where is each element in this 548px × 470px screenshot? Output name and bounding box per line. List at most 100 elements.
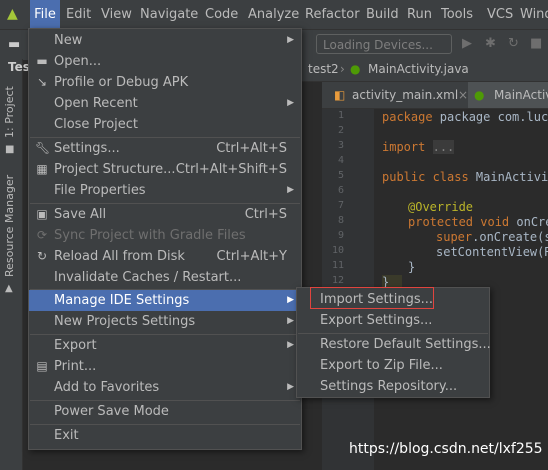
menu-file[interactable]: File xyxy=(30,0,60,29)
menu-item-manage-ide-settings[interactable]: Manage IDE Settings ▶ xyxy=(29,290,301,311)
menu-item-project-structure[interactable]: ▦ Project Structure... Ctrl+Alt+Shift+S xyxy=(29,159,301,180)
menu-view[interactable]: View xyxy=(101,0,132,29)
save-icon: ▣ xyxy=(36,207,48,221)
profile-debug-icon: ↘ xyxy=(36,75,48,89)
code-line: import ... xyxy=(382,140,455,154)
resource-manager-tab[interactable]: Resource Manager xyxy=(3,175,16,277)
menu-tools[interactable]: Tools xyxy=(441,0,473,29)
submenu-item-settings-repository[interactable]: Settings Repository... xyxy=(297,376,489,397)
code-line: package package com.lucifer.test xyxy=(382,110,548,124)
folded-code[interactable]: ... xyxy=(432,140,455,154)
code-keyword: package xyxy=(382,110,440,124)
line-number: 10 xyxy=(331,245,344,256)
menu-edit[interactable]: Edit xyxy=(66,0,91,29)
menu-item-print[interactable]: ▤ Print... xyxy=(29,356,301,377)
menu-window[interactable]: Windo xyxy=(520,0,548,29)
tab-label: activity_main.xml xyxy=(352,88,459,102)
refresh-icon[interactable]: ↻ xyxy=(508,36,519,51)
breadcrumb-project[interactable]: test2 xyxy=(308,62,339,76)
submenu-item-export-settings[interactable]: Export Settings... xyxy=(297,310,489,331)
submenu-arrow-icon: ▶ xyxy=(287,98,294,108)
line-number: 5 xyxy=(337,170,344,181)
android-logo-icon: ▲ xyxy=(7,6,18,22)
run-icon[interactable]: ▶ xyxy=(462,36,472,51)
breadcrumb: test2 › ● MainActivity.java xyxy=(300,59,548,82)
line-number: 4 xyxy=(337,155,344,166)
code-text: package com.lucifer.test xyxy=(439,110,548,124)
menu-item-new-projects-settings[interactable]: New Projects Settings ▶ xyxy=(29,311,301,332)
line-number: 12 xyxy=(331,275,344,286)
line-number: 8 xyxy=(337,215,344,226)
xml-file-icon: ◧ xyxy=(334,88,346,102)
menu-item-profile-debug[interactable]: ↘ Profile or Debug APK xyxy=(29,72,301,93)
code-line: } xyxy=(408,260,415,274)
menu-item-invalidate-caches[interactable]: Invalidate Caches / Restart... xyxy=(29,267,301,288)
code-line: super.onCreate(s xyxy=(436,230,548,244)
menu-item-file-properties[interactable]: File Properties ▶ xyxy=(29,180,301,201)
code-keyword: import xyxy=(382,140,426,154)
folder-icon[interactable]: ▬ xyxy=(8,37,20,52)
device-selector[interactable]: Loading Devices... xyxy=(316,34,452,54)
code-text: onCre xyxy=(516,215,548,229)
menu-item-open[interactable]: ▬ Open... xyxy=(29,51,301,72)
line-number: 11 xyxy=(331,260,344,271)
wrench-icon: 🔧︎ xyxy=(35,141,51,155)
menu-item-new[interactable]: New ▶ xyxy=(29,30,301,51)
code-keyword: protected void xyxy=(408,215,510,229)
left-tool-strip: 1: Project ■ Resource Manager ▲ xyxy=(0,59,23,470)
file-menu: New ▶ ▬ Open... ↘ Profile or Debug APK Open… xyxy=(28,28,302,450)
menu-item-reload-disk[interactable]: ↻ Reload All from Disk Ctrl+Alt+Y xyxy=(29,246,301,267)
project-tool-tab[interactable]: 1: Project xyxy=(3,86,16,138)
code-line: @Override xyxy=(408,200,473,214)
class-icon: ● xyxy=(474,88,485,102)
submenu-arrow-icon: ▶ xyxy=(287,382,294,392)
project-tab-label[interactable]: Tes xyxy=(8,60,30,74)
code-line: protected void onCre xyxy=(408,215,548,229)
line-number: 9 xyxy=(337,230,344,241)
tab-main-activity[interactable]: ● MainActiv xyxy=(468,82,548,108)
project-structure-icon: ▦ xyxy=(36,162,48,176)
line-number: 7 xyxy=(337,200,344,211)
menu-item-settings[interactable]: 🔧︎ Settings... Ctrl+Alt+S xyxy=(29,138,301,159)
debug-icon[interactable]: ✱ xyxy=(485,36,496,51)
menu-item-exit[interactable]: Exit xyxy=(29,425,301,446)
menu-run[interactable]: Run xyxy=(407,0,432,29)
submenu-arrow-icon: ▶ xyxy=(287,185,294,195)
breadcrumb-file[interactable]: MainActivity.java xyxy=(368,62,469,76)
breadcrumb-separator: › xyxy=(340,62,345,76)
menu-refactor[interactable]: Refactor xyxy=(305,0,360,29)
submenu-item-export-zip[interactable]: Export to Zip File... xyxy=(297,355,489,376)
submenu-arrow-icon: ▶ xyxy=(287,340,294,350)
code-line: public class MainActivit xyxy=(382,170,548,184)
menu-item-open-recent[interactable]: Open Recent ▶ xyxy=(29,93,301,114)
code-keyword: public class xyxy=(382,170,469,184)
reload-icon: ↻ xyxy=(36,249,48,263)
code-text: .onCreate(s xyxy=(472,230,548,244)
close-icon[interactable]: × xyxy=(458,82,468,108)
tab-activity-main[interactable]: ◧ activity_main.xml × xyxy=(328,82,468,108)
menu-analyze[interactable]: Analyze xyxy=(248,0,299,29)
code-text: } xyxy=(408,260,416,274)
menu-item-save-all[interactable]: ▣ Save All Ctrl+S xyxy=(29,204,301,225)
project-folder-icon: ■ xyxy=(5,144,15,155)
code-line: setContentView(R xyxy=(436,245,548,259)
line-number: 1 xyxy=(337,110,344,121)
menu-item-add-favorites[interactable]: Add to Favorites ▶ xyxy=(29,377,301,398)
print-icon: ▤ xyxy=(36,359,48,373)
menu-build[interactable]: Build xyxy=(366,0,399,29)
menu-item-close-project[interactable]: Close Project xyxy=(29,114,301,135)
editor-tabs: ◧ activity_main.xml × ● MainActiv xyxy=(322,82,548,109)
menu-item-sync-gradle[interactable]: ⟳ Sync Project with Gradle Files xyxy=(29,225,301,246)
menu-vcs[interactable]: VCS xyxy=(487,0,513,29)
menu-code[interactable]: Code xyxy=(205,0,238,29)
menu-bar: ▲ File Edit View Navigate Code Analyze R… xyxy=(0,0,548,29)
code-keyword: super xyxy=(436,230,473,244)
line-number: 3 xyxy=(337,140,344,151)
submenu-item-restore-defaults[interactable]: Restore Default Settings... xyxy=(297,334,491,355)
resource-manager-icon: ▲ xyxy=(5,283,13,294)
menu-navigate[interactable]: Navigate xyxy=(140,0,198,29)
folder-icon: ▬ xyxy=(36,54,48,68)
menu-item-export[interactable]: Export ▶ xyxy=(29,335,301,356)
menu-item-power-save[interactable]: Power Save Mode xyxy=(29,401,301,422)
stop-icon[interactable]: ■ xyxy=(530,36,542,51)
